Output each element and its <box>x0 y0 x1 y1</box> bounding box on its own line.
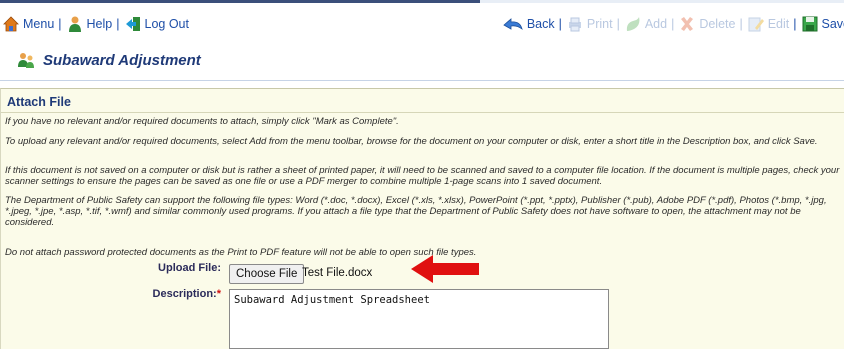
logout-button[interactable]: Log Out <box>124 15 189 33</box>
top-banner-strip <box>0 0 480 3</box>
toolbar-separator: | <box>739 17 743 31</box>
delete-label: Delete <box>699 17 736 31</box>
add-label: Add <box>644 17 668 31</box>
toolbar-separator: | <box>116 17 120 31</box>
toolbar-right-group: Back | Print | Add | Delete | Edit | Sav <box>502 14 844 34</box>
back-button[interactable]: Back <box>502 15 555 33</box>
toolbar-separator: | <box>671 17 675 31</box>
description-textarea[interactable]: Subaward Adjustment Spreadsheet <box>229 289 609 349</box>
print-label: Print <box>586 17 613 31</box>
delete-button[interactable]: Delete <box>678 15 735 33</box>
print-button[interactable]: Print <box>566 15 613 33</box>
instruction-scan: If this document is not saved on a compu… <box>5 165 840 187</box>
toolbar-separator: | <box>616 17 620 31</box>
toolbar-separator: | <box>58 17 62 31</box>
red-arrow-annotation <box>411 255 479 283</box>
save-button[interactable]: Save <box>801 15 844 33</box>
description-label: Description: <box>152 288 217 300</box>
toolbar-separator: | <box>793 17 797 31</box>
home-icon <box>2 15 20 33</box>
description-label-group: Description:* <box>121 288 221 300</box>
heading-divider <box>0 80 844 81</box>
upload-file-label: Upload File: <box>158 262 221 274</box>
logout-icon <box>124 15 142 33</box>
toolbar-separator: | <box>558 17 562 31</box>
back-arrow-icon <box>502 15 524 33</box>
choose-file-button[interactable]: Choose File <box>229 264 305 284</box>
save-disk-icon <box>801 15 819 33</box>
toolbar-left-group: Menu | Help | Log Out <box>2 14 189 34</box>
page-title: Subaward Adjustment <box>43 51 201 69</box>
help-label: Help <box>86 17 113 31</box>
add-icon <box>624 15 642 33</box>
instruction-file-types: The Department of Public Safety can supp… <box>5 195 827 228</box>
attach-file-panel: Attach File If you have no relevant and/… <box>0 88 844 349</box>
instruction-upload: To upload any relevant and/or required d… <box>5 136 818 147</box>
top-banner-strip-light <box>480 0 844 3</box>
add-button[interactable]: Add <box>624 15 667 33</box>
page-heading: Subaward Adjustment <box>16 50 201 70</box>
top-toolbar: Menu | Help | Log Out Back | Print | Add… <box>0 0 844 34</box>
panel-divider <box>1 112 844 113</box>
edit-pencil-icon <box>747 15 765 33</box>
print-icon <box>566 15 584 33</box>
save-label: Save <box>821 17 844 31</box>
panel-title: Attach File <box>7 95 71 109</box>
help-button[interactable]: Help <box>66 15 113 33</box>
subaward-people-icon <box>16 50 36 70</box>
back-label: Back <box>526 17 555 31</box>
help-person-icon <box>66 15 84 33</box>
edit-button[interactable]: Edit <box>747 15 790 33</box>
menu-button[interactable]: Menu <box>2 15 54 33</box>
required-marker: * <box>216 288 221 300</box>
menu-label: Menu <box>23 17 55 31</box>
instruction-mark-complete: If you have no relevant and/or required … <box>5 116 399 127</box>
selected-file-name: Test File.docx <box>302 267 373 279</box>
edit-label: Edit <box>767 17 790 31</box>
logout-label: Log Out <box>144 17 189 31</box>
delete-x-icon <box>678 15 696 33</box>
